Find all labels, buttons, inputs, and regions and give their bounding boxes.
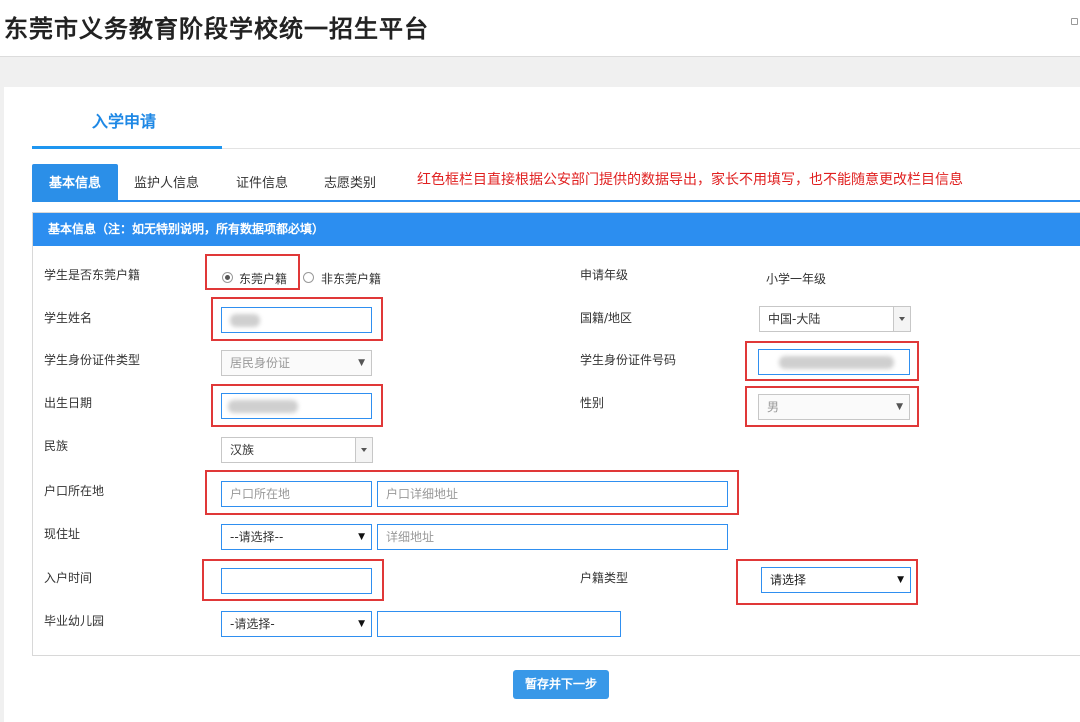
police-data-frame bbox=[202, 559, 384, 601]
chevron-down-icon bbox=[893, 307, 910, 331]
ethnicity-label: 民族 bbox=[44, 439, 69, 453]
dg-hukou-label: 学生是否东莞户籍 bbox=[44, 268, 141, 282]
kindergarten-label: 毕业幼儿园 bbox=[44, 614, 105, 628]
gender-label: 性别 bbox=[580, 396, 605, 410]
police-data-frame bbox=[736, 559, 918, 605]
nationality-label: 国籍/地区 bbox=[580, 311, 633, 325]
ethnicity-value: 汉族 bbox=[230, 443, 255, 457]
tab-guardian-info[interactable]: 监护人信息 bbox=[134, 164, 199, 202]
tab-preference-type[interactable]: 志愿类别 bbox=[324, 164, 376, 202]
grade-value: 小学一年级 bbox=[766, 272, 827, 286]
radio-non-dg-hukou-label: 非东莞户籍 bbox=[321, 272, 382, 286]
id-type-label: 学生身份证件类型 bbox=[44, 353, 141, 367]
current-address-detail-input[interactable]: 详细地址 bbox=[377, 524, 728, 550]
current-address-select[interactable]: --请选择-- ▼ bbox=[221, 524, 372, 550]
police-data-frame bbox=[745, 341, 919, 381]
police-data-frame bbox=[745, 386, 919, 427]
police-data-frame bbox=[205, 470, 739, 515]
ethnicity-select[interactable]: 汉族 bbox=[221, 437, 373, 463]
birth-date-label: 出生日期 bbox=[44, 396, 93, 410]
id-number-label: 学生身份证件号码 bbox=[580, 353, 677, 367]
hukou-location-label: 户口所在地 bbox=[44, 484, 105, 498]
notice-text: 红色框栏目直接根据公安部门提供的数据导出，家长不用填写，也不能随意更改栏目信息 bbox=[417, 172, 963, 188]
hukou-type-label: 户籍类型 bbox=[580, 571, 629, 585]
grade-label: 申请年级 bbox=[580, 268, 629, 282]
tab-bar: 基本信息 监护人信息 证件信息 志愿类别 红色框栏目直接根据公安部门提供的数据导… bbox=[32, 164, 1080, 202]
kindergarten-value: -请选择- bbox=[230, 617, 275, 631]
chevron-down-icon: ▼ bbox=[358, 358, 365, 368]
nationality-select[interactable]: 中国-大陆 bbox=[759, 306, 911, 332]
hukou-date-label: 入户时间 bbox=[44, 571, 93, 585]
save-next-button[interactable]: 暂存并下一步 bbox=[513, 670, 609, 699]
panel-title: 基本信息（注：如无特别说明，所有数据项都必填） bbox=[33, 213, 1080, 246]
kindergarten-select[interactable]: -请选择- ▼ bbox=[221, 611, 372, 637]
app-title: 东莞市义务教育阶段学校统一招生平台 bbox=[4, 15, 429, 43]
radio-non-dg-hukou[interactable] bbox=[303, 272, 314, 283]
chevron-down-icon: ▼ bbox=[358, 619, 365, 629]
basic-info-panel: 基本信息（注：如无特别说明，所有数据项都必填） bbox=[32, 212, 1080, 656]
window-icon[interactable] bbox=[1071, 18, 1078, 25]
top-bar: 东莞市义务教育阶段学校统一招生平台 bbox=[0, 0, 1080, 57]
divider bbox=[222, 148, 1080, 149]
tab-basic-info[interactable]: 基本信息 bbox=[32, 164, 118, 202]
chevron-down-icon bbox=[355, 438, 372, 462]
tab-document-info[interactable]: 证件信息 bbox=[236, 164, 288, 202]
id-type-select[interactable]: 居民身份证 ▼ bbox=[221, 350, 372, 376]
current-address-label: 现住址 bbox=[44, 527, 81, 541]
page-tab-label: 入学申请 bbox=[92, 112, 157, 131]
student-name-label: 学生姓名 bbox=[44, 311, 93, 325]
police-data-frame bbox=[211, 384, 383, 427]
police-data-frame bbox=[205, 254, 300, 290]
chevron-down-icon: ▼ bbox=[358, 532, 365, 542]
page-tab-apply[interactable]: 入学申请 bbox=[32, 87, 222, 149]
nationality-value: 中国-大陆 bbox=[768, 312, 821, 326]
current-address-value: --请选择-- bbox=[230, 530, 284, 544]
kindergarten-input[interactable] bbox=[377, 611, 621, 637]
id-type-value: 居民身份证 bbox=[230, 356, 291, 370]
police-data-frame bbox=[211, 297, 383, 341]
